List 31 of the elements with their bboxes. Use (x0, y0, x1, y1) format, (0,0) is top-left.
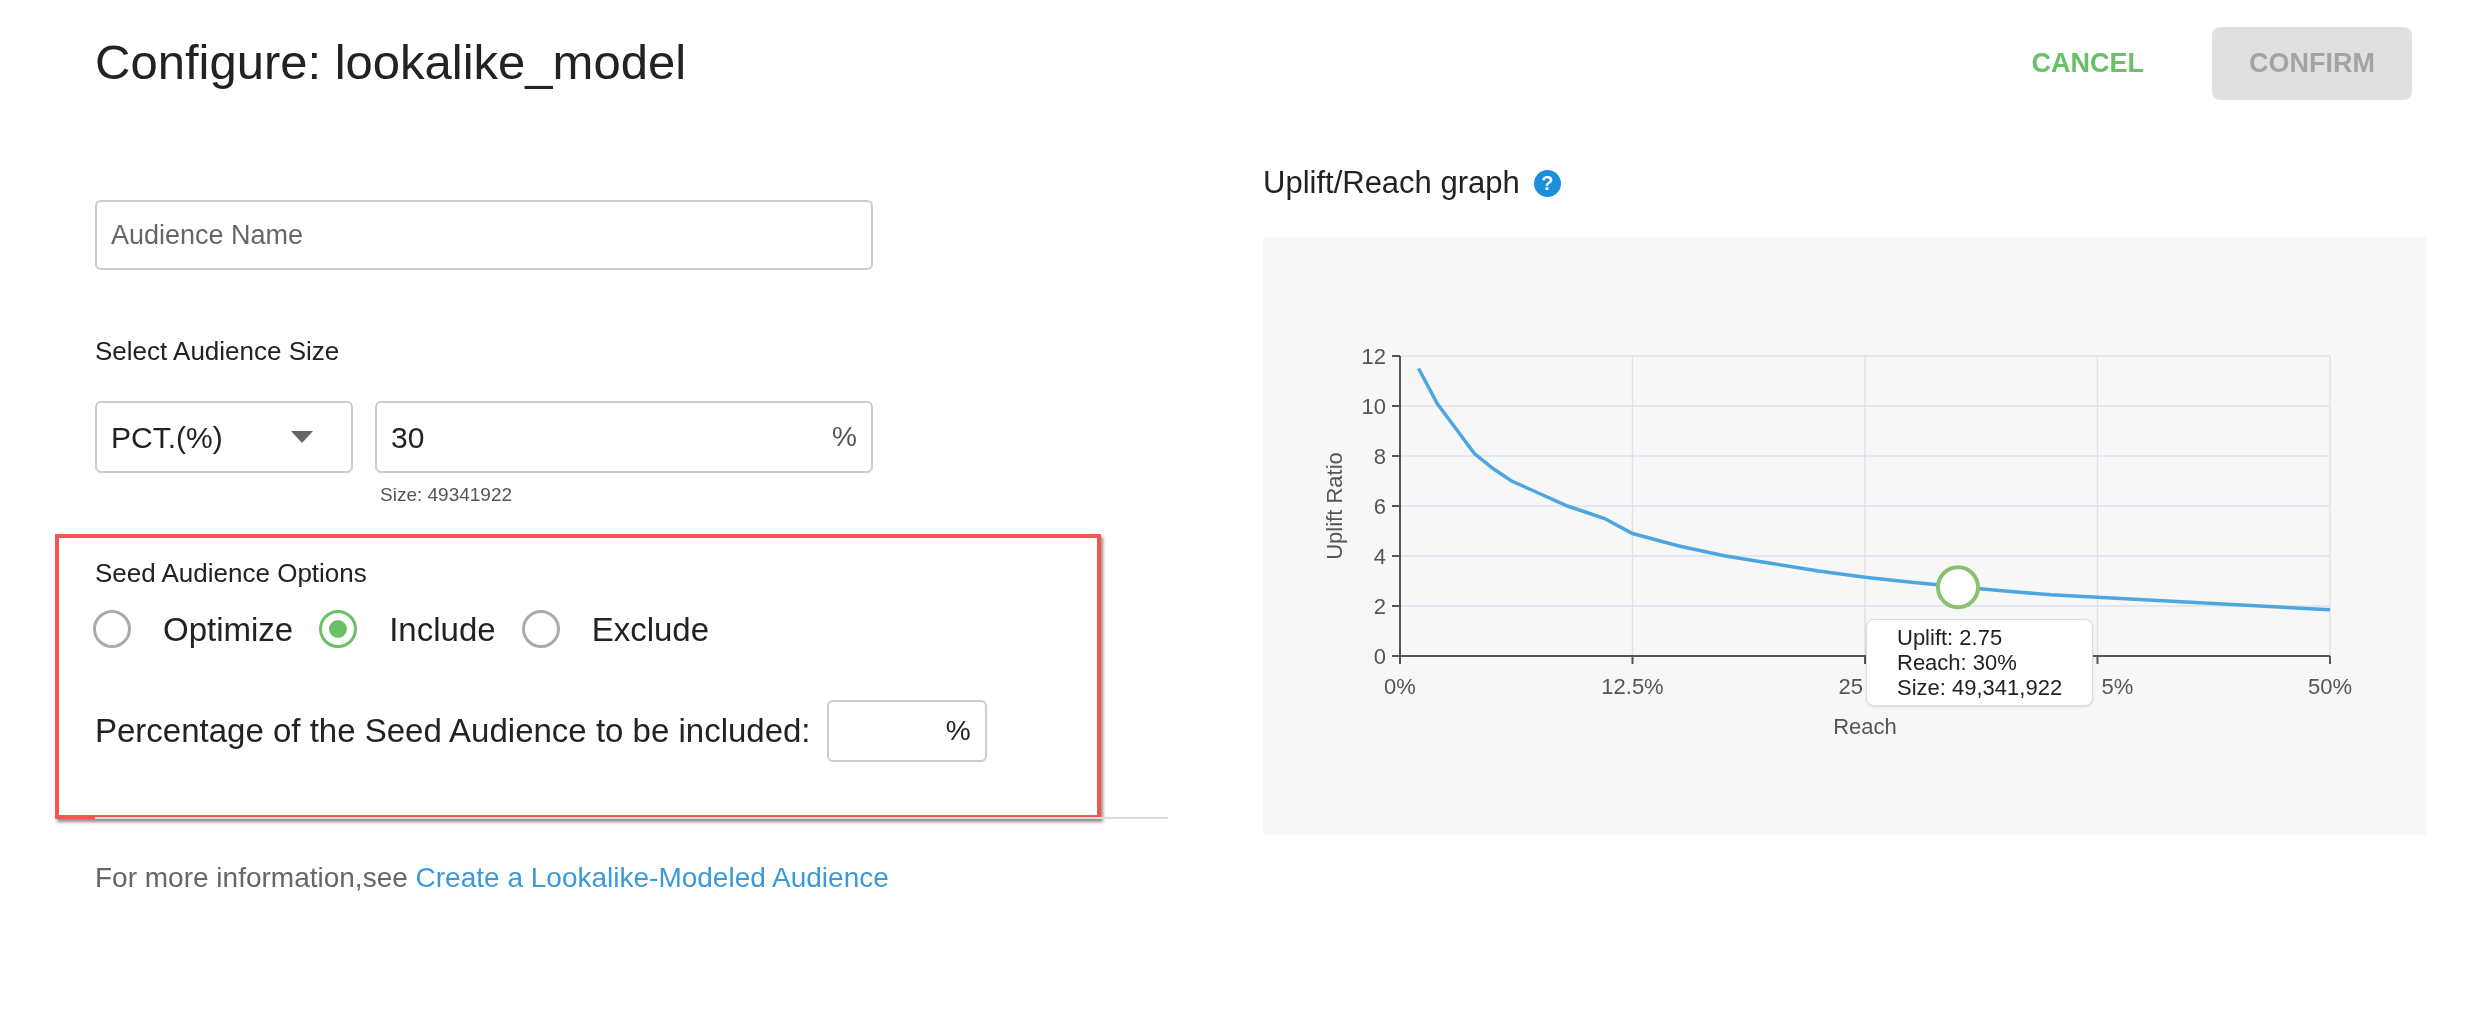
y-tick-label: 4 (1373, 543, 1386, 569)
partly-hidden-label: 25 (1838, 673, 1863, 699)
x-axis-title: Reach (1833, 713, 1897, 739)
seed-options-title: Seed Audience Options (95, 556, 368, 590)
radio-option[interactable]: Optimize (93, 604, 294, 654)
help-icon[interactable]: ? (1533, 169, 1561, 197)
radio-option[interactable]: Exclude (521, 604, 710, 654)
tooltip: Uplift: 2.75 Reach: 30% Size: 49,341,922 (1866, 618, 2094, 706)
x-tick-label: 0% (1384, 673, 1416, 699)
annotation: Uplift: 2.75 Reach: 30% Size: 49,341,922 (1897, 624, 2063, 700)
y-tick-label: 10 (1361, 393, 1386, 419)
percentage-label: Percentage of the Seed Audience to be included: (95, 711, 811, 752)
y-tick-label: 0 (1373, 643, 1386, 669)
page-title: Configure: lookalike_model (95, 34, 687, 92)
radio-option[interactable]: Include (319, 604, 496, 654)
audience-name-field[interactable]: Audience Name (95, 200, 873, 270)
y-tick-label: 8 (1373, 443, 1386, 469)
percentage-field[interactable]: % (826, 700, 987, 762)
y-tick-label: 6 (1373, 493, 1386, 519)
partly-hidden-label: 5% (2101, 673, 2134, 699)
size-note: Size: 49341922 (380, 483, 514, 507)
y-axis-title: Uplift Ratio (1322, 451, 1347, 560)
x-tick-label: 12.5% (1601, 673, 1664, 699)
y-tick-label: 12 (1361, 343, 1386, 369)
size-field[interactable]: 30 % (375, 401, 873, 473)
unit-dropdown[interactable]: PCT.(%) (95, 401, 353, 473)
info-text: For more information,see Create a Lookalike-Modeled Audience (95, 860, 890, 895)
x-tick-label: 50% (2308, 673, 2352, 699)
size-label: Select Audience Size (95, 335, 341, 368)
graph-title: Uplift/Reach graph (1263, 164, 1520, 202)
y-tick-label: 2 (1373, 593, 1386, 619)
